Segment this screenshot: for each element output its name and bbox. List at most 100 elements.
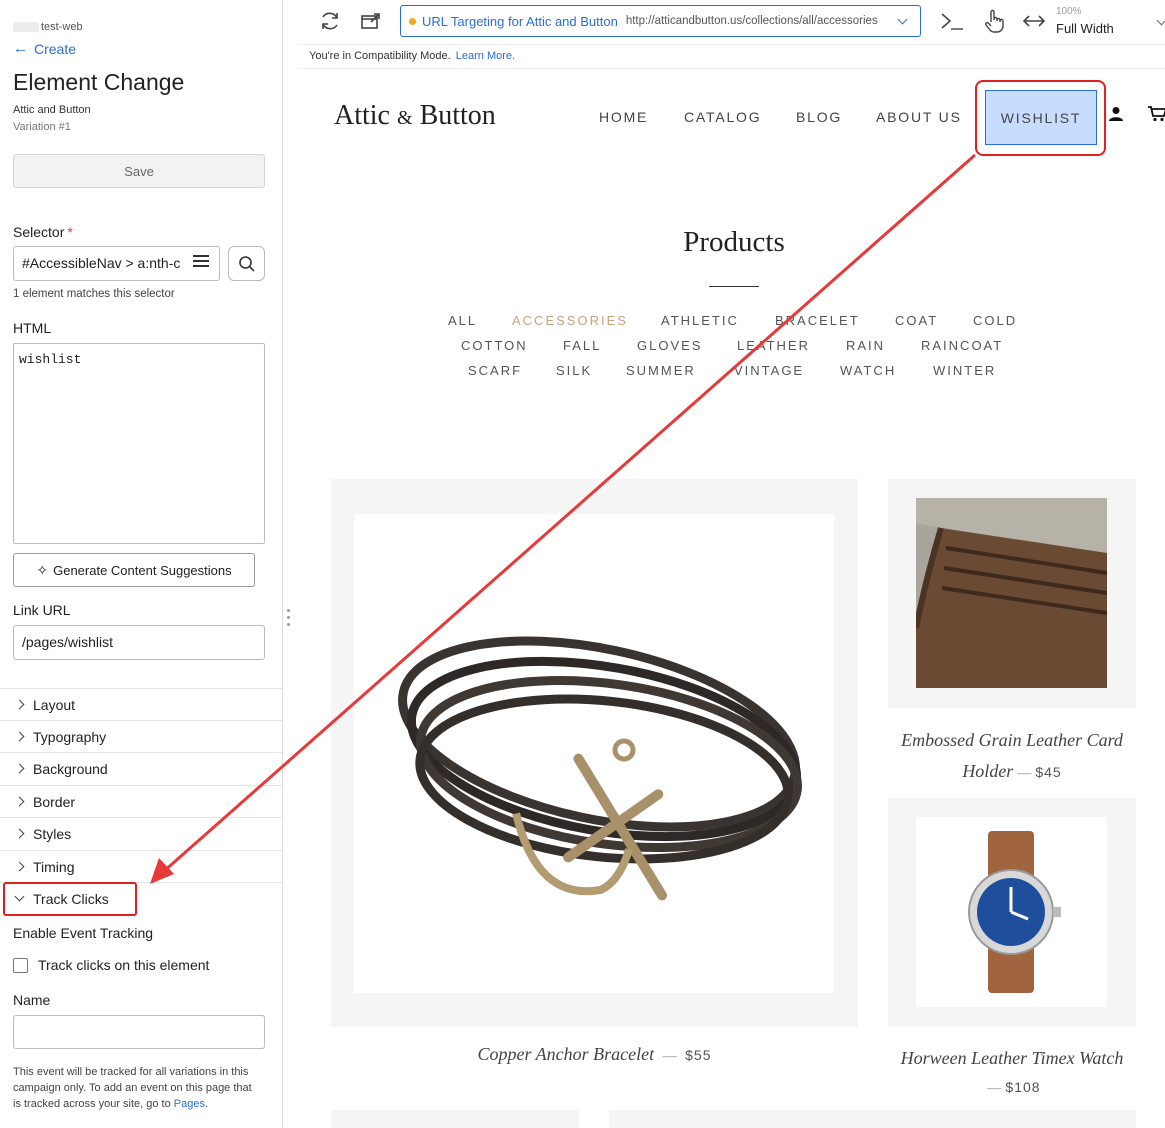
tag-leather[interactable]: LEATHER <box>737 338 810 353</box>
product-image-watch[interactable] <box>916 817 1107 1007</box>
nav-wishlist[interactable]: WISHLIST <box>985 90 1097 145</box>
price-separator: — <box>1017 766 1032 781</box>
tracking-note-end: . <box>205 1098 209 1110</box>
arrow-left-icon: ← <box>13 40 28 57</box>
panel-title: Element Change <box>13 69 185 95</box>
product-card[interactable] <box>331 1110 579 1128</box>
chevron-right-icon <box>14 763 25 774</box>
event-name-label: Name <box>13 992 51 1008</box>
logo-word-1: Attic <box>334 100 390 131</box>
section-timing[interactable]: Timing <box>0 850 282 882</box>
product-name: Horween Leather Timex Watch <box>900 1048 1124 1068</box>
tag-silk[interactable]: SILK <box>556 363 592 378</box>
track-clicks-highlight <box>3 882 137 916</box>
user-icon[interactable] <box>1108 106 1124 127</box>
heading-divider <box>709 286 759 287</box>
track-clicks-option[interactable]: Track clicks on this element <box>13 957 209 973</box>
product-image-bracelet[interactable] <box>354 514 834 993</box>
status-dot-icon <box>409 17 416 25</box>
product-price: $45 <box>1035 764 1062 780</box>
tag-all[interactable]: ALL <box>448 313 477 328</box>
product-title-card-holder[interactable]: Embossed Grain Leather Card Holder — $45 <box>888 725 1136 789</box>
tag-bracelet[interactable]: BRACELET <box>775 313 860 328</box>
back-label: Create <box>34 40 77 57</box>
product-title-bracelet[interactable]: Copper Anchor Bracelet — $55 <box>331 1044 858 1065</box>
compatibility-text: You're in Compatibility Mode. <box>309 50 451 62</box>
refresh-icon[interactable] <box>317 8 343 34</box>
learn-more-link[interactable]: Learn More. <box>456 50 515 62</box>
chevron-right-icon <box>14 699 25 710</box>
chevron-right-icon <box>14 731 25 742</box>
chevron-down-icon <box>897 14 908 25</box>
view-mode-select[interactable]: Full Width <box>1056 21 1114 36</box>
tag-coat[interactable]: COAT <box>895 313 938 328</box>
tag-gloves[interactable]: GLOVES <box>637 338 702 353</box>
tag-summer[interactable]: SUMMER <box>626 363 696 378</box>
open-external-icon[interactable] <box>358 8 384 34</box>
card-holder-image <box>916 498 1107 688</box>
tracking-note: This event will be tracked for all varia… <box>13 1064 253 1112</box>
tag-accessories[interactable]: ACCESSORIES <box>512 313 628 328</box>
section-typography[interactable]: Typography <box>0 720 282 752</box>
section-styles[interactable]: Styles <box>0 817 282 849</box>
tag-rain[interactable]: RAIN <box>846 338 885 353</box>
tag-raincoat[interactable]: RAINCOAT <box>921 338 1003 353</box>
cart-icon[interactable] <box>1148 106 1165 127</box>
product-name: Copper Anchor Bracelet <box>477 1044 655 1064</box>
tag-cotton[interactable]: COTTON <box>461 338 528 353</box>
product-image-card-holder[interactable] <box>916 498 1107 688</box>
site-logo[interactable]: Attic & Button <box>334 100 496 132</box>
products-heading: Products <box>683 226 785 258</box>
chevron-right-icon <box>14 796 25 807</box>
event-name-input[interactable] <box>13 1015 265 1049</box>
url-targeting-url: http://atticandbutton.us/collections/all… <box>625 15 878 27</box>
tag-fall[interactable]: FALL <box>563 338 601 353</box>
nav-home[interactable]: HOME <box>599 109 648 125</box>
product-title-watch[interactable]: Horween Leather Timex Watch — $108 <box>888 1044 1136 1103</box>
tag-scarf[interactable]: SCARF <box>468 363 522 378</box>
save-button[interactable]: Save <box>13 154 265 188</box>
editor-sidebar: test-web ← Create Element Change Attic a… <box>0 0 283 1128</box>
menu-icon[interactable] <box>193 255 209 269</box>
editor-toolbar: URL Targeting for Attic and Button http:… <box>298 0 1165 44</box>
product-name-line-2-text: Holder <box>962 761 1014 781</box>
pages-link[interactable]: Pages <box>174 1098 205 1110</box>
tag-watch[interactable]: WATCH <box>840 363 896 378</box>
html-editor[interactable]: wishlist <box>13 343 265 544</box>
account-avatar-placeholder <box>13 22 39 32</box>
pointer-hand-icon[interactable] <box>981 8 1007 34</box>
logo-word-2: Button <box>419 100 496 131</box>
link-url-label: Link URL <box>13 602 71 618</box>
required-mark: * <box>67 224 73 240</box>
generate-suggestions-button[interactable]: ✧ Generate Content Suggestions <box>13 553 255 587</box>
selector-label: Selector * <box>13 224 73 240</box>
track-clicks-checkbox[interactable] <box>13 957 28 973</box>
tag-athletic[interactable]: ATHLETIC <box>661 313 739 328</box>
chevron-down-icon[interactable] <box>1156 15 1165 26</box>
nav-about-us[interactable]: ABOUT US <box>876 109 962 125</box>
track-clicks-checkbox-label: Track clicks on this element <box>38 957 210 973</box>
tag-vintage[interactable]: VINTAGE <box>734 363 804 378</box>
width-arrows-icon[interactable] <box>1021 8 1047 34</box>
selector-search-button[interactable] <box>228 246 265 281</box>
nav-blog[interactable]: BLOG <box>796 109 842 125</box>
section-border[interactable]: Border <box>0 785 282 817</box>
tracking-note-text: This event will be tracked for all varia… <box>13 1066 252 1110</box>
selector-label-text: Selector <box>13 224 65 240</box>
product-price-line: — $108 <box>888 1072 1136 1103</box>
url-targeting-name: URL Targeting for Attic and Button <box>422 13 618 29</box>
product-price: $108 <box>1005 1079 1041 1095</box>
tag-cold[interactable]: COLD <box>973 313 1017 328</box>
section-label: Timing <box>33 858 75 875</box>
link-url-input[interactable]: /pages/wishlist <box>13 625 265 660</box>
panel-resize-handle[interactable] <box>287 609 291 630</box>
section-layout[interactable]: Layout <box>0 688 282 720</box>
product-card[interactable] <box>609 1110 1136 1128</box>
nav-catalog[interactable]: CATALOG <box>684 109 761 125</box>
section-background[interactable]: Background <box>0 752 282 784</box>
terminal-icon[interactable] <box>939 8 965 34</box>
tag-winter[interactable]: WINTER <box>933 363 996 378</box>
back-link[interactable]: ← Create <box>13 40 76 57</box>
selector-input[interactable]: #AccessibleNav > a:nth-c <box>13 246 220 281</box>
url-targeting-dropdown[interactable]: URL Targeting for Attic and Button http:… <box>400 5 921 37</box>
